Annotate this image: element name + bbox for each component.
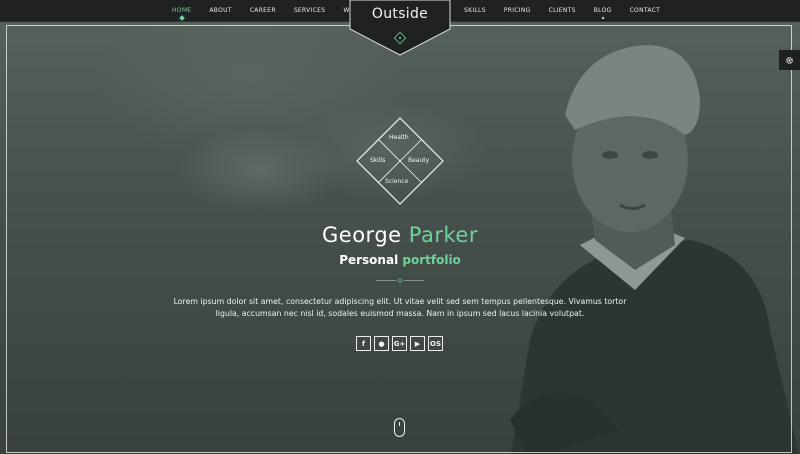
logo-text: Outside	[371, 6, 429, 22]
nav-item-clients[interactable]: CLIENTS	[540, 0, 585, 21]
nav-left: HOME ABOUT CAREER SERVICES WORKS	[163, 0, 376, 21]
nav-label: BLOG	[593, 7, 612, 14]
nav-item-pricing[interactable]: PRICING	[495, 0, 540, 21]
nav-item-contact[interactable]: CONTACT	[621, 0, 670, 21]
subtitle-plain: Personal	[339, 253, 399, 267]
google-plus-icon[interactable]: G+	[392, 336, 407, 351]
nav-item-services[interactable]: SERVICES	[285, 0, 335, 21]
nav-item-home[interactable]: HOME	[163, 0, 200, 21]
nav-item-blog[interactable]: BLOG	[585, 0, 621, 21]
logo-badge[interactable]: Outside	[348, 0, 452, 56]
skills-diamond: Health Skills Beauty Science	[356, 117, 444, 205]
hero-name: George Parker	[0, 223, 800, 247]
diamond-label-bottom: Science	[385, 178, 409, 185]
os-icon[interactable]: OS	[428, 336, 443, 351]
nav-label: SERVICES	[293, 7, 326, 14]
nav-label: SKILLS	[464, 7, 486, 14]
settings-button[interactable]	[779, 50, 800, 70]
active-indicator-icon	[178, 15, 185, 21]
github-icon[interactable]: ●	[374, 336, 389, 351]
hero-description: Lorem ipsum dolor sit amet, consectetur …	[173, 297, 627, 318]
scroll-down-icon[interactable]	[394, 418, 405, 437]
divider-icon	[376, 278, 424, 283]
last-name: Parker	[408, 223, 478, 247]
nav-item-skills[interactable]: SKILLS	[455, 0, 495, 21]
nav-label: CONTACT	[629, 7, 661, 14]
dropdown-indicator-icon	[601, 16, 605, 20]
gear-icon	[786, 56, 793, 64]
first-name: George	[322, 223, 402, 247]
nav-item-career[interactable]: CAREER	[241, 0, 285, 21]
nav-label: CLIENTS	[548, 7, 576, 14]
nav-label: PRICING	[503, 7, 531, 14]
hero-subtitle: Personal portfolio	[0, 253, 800, 267]
social-links: f ● G+ ▶ OS	[356, 336, 445, 351]
subtitle-accent: portfolio	[402, 253, 461, 267]
nav-item-about[interactable]: ABOUT	[200, 0, 240, 21]
youtube-icon[interactable]: ▶	[410, 336, 425, 351]
nav-label: CAREER	[249, 7, 276, 14]
nav-label: HOME	[172, 7, 192, 14]
diamond-label-top: Health	[389, 134, 409, 141]
nav-right: SKILLS PRICING CLIENTS BLOG CONTACT	[455, 0, 669, 21]
facebook-icon[interactable]: f	[356, 336, 371, 351]
diamond-label-right: Beauty	[408, 157, 430, 164]
diamond-label-left: Skills	[370, 157, 386, 164]
nav-label: ABOUT	[209, 7, 232, 14]
